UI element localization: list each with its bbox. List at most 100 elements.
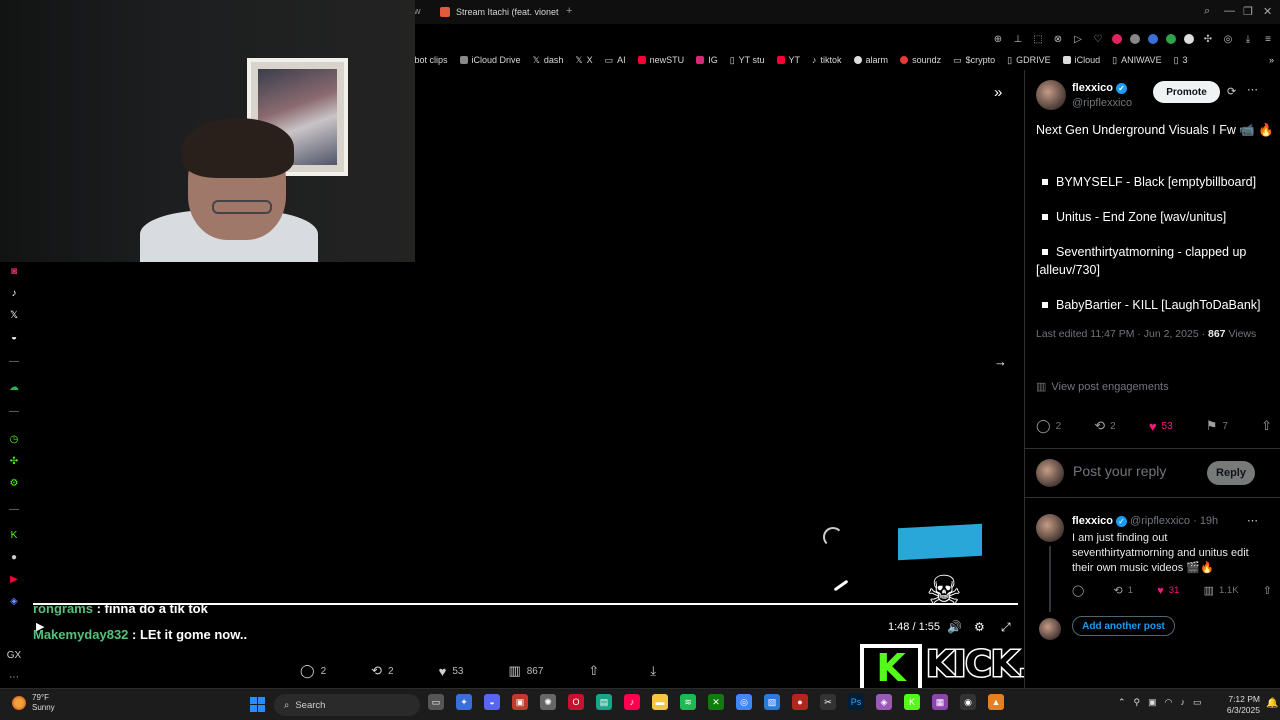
zoom-icon[interactable]: ⊕	[992, 33, 1004, 45]
reply-submit-button[interactable]: Reply	[1207, 461, 1255, 485]
expand-panel-icon[interactable]: »	[994, 84, 1002, 101]
opera-gx-icon[interactable]: O	[568, 694, 584, 710]
app-icon[interactable]: ▣	[512, 694, 528, 710]
more-icon[interactable]: ⋯	[1247, 83, 1258, 96]
bookmark-item[interactable]: soundz	[900, 55, 941, 65]
new-tab-button[interactable]: +	[566, 5, 572, 17]
view-engagements-link[interactable]: ▥ View post engagements	[1036, 380, 1169, 394]
avatar[interactable]	[1036, 80, 1066, 110]
screenshot-icon[interactable]: ⬚	[1032, 33, 1044, 45]
repost-button[interactable]: ⟲ 1	[1114, 584, 1134, 597]
kick-icon[interactable]: K	[7, 528, 21, 542]
app-icon[interactable]: ◈	[7, 594, 21, 608]
reply-author[interactable]: flexxico ✓ @ripflexxico · 19h	[1072, 515, 1218, 527]
tab-active[interactable]: Stream Itachi (feat. vionet	[440, 3, 559, 21]
close-window-button[interactable]: ✕	[1263, 5, 1272, 18]
photos-icon[interactable]: ▨	[764, 694, 780, 710]
menu-icon[interactable]: ≡	[1262, 33, 1274, 45]
reply-button[interactable]: ◯	[1072, 584, 1089, 597]
bookmark-item[interactable]: alarm	[853, 55, 888, 65]
app-tray-icon[interactable]: ▣	[1148, 697, 1157, 708]
tiktok-icon[interactable]: ♪	[624, 694, 640, 710]
bookmark-item[interactable]: ▯ GDRIVE	[1007, 55, 1050, 66]
download-icon[interactable]: ⤓	[1242, 33, 1254, 45]
spotify-icon[interactable]: ≋	[680, 694, 696, 710]
views-button[interactable]: ▥ 867	[508, 663, 543, 679]
adblock-icon[interactable]	[1112, 34, 1122, 44]
gx-icon[interactable]: GX	[7, 648, 21, 662]
repost-button[interactable]: ⟲ 2	[1094, 418, 1115, 434]
bookmark-item[interactable]: ▯ ANIWAVE	[1112, 55, 1161, 66]
vlc-icon[interactable]: ▲	[988, 694, 1004, 710]
fullscreen-icon[interactable]: ⤢	[1001, 620, 1011, 635]
app-icon[interactable]: ●	[792, 694, 808, 710]
extension-icon[interactable]	[1166, 34, 1176, 44]
app-icon[interactable]: ▤	[596, 694, 612, 710]
extension-icon[interactable]	[1148, 34, 1158, 44]
play-icon[interactable]: ▷	[1072, 33, 1084, 45]
download-button[interactable]: ⤓	[650, 663, 662, 679]
bookmark-item[interactable]: ▯ 3	[1174, 55, 1188, 66]
bookmarks-overflow[interactable]: »	[1269, 55, 1280, 65]
bookmark-item[interactable]: iCloud Drive	[459, 55, 521, 65]
volume-icon[interactable]: ♪	[1181, 697, 1186, 708]
add-another-post-button[interactable]: Add another post	[1072, 616, 1175, 636]
clock[interactable]: 7:12 PM 6/3/2025	[1200, 694, 1260, 716]
cloud-icon[interactable]: ☁	[7, 380, 21, 394]
bookmark-item[interactable]: kbot clips	[410, 55, 448, 65]
extension-icon[interactable]	[1130, 34, 1140, 44]
bookmark-button[interactable]: ⚑ 7	[1206, 418, 1228, 434]
task-view-icon[interactable]: ▭	[428, 694, 444, 710]
weather-widget[interactable]: 79°F Sunny	[12, 693, 55, 713]
chatgpt-icon[interactable]: ✺	[540, 694, 556, 710]
photoshop-icon[interactable]: Ps	[848, 694, 864, 710]
chrome-icon[interactable]: ◎	[736, 694, 752, 710]
profile-icon[interactable]: ◎	[1222, 33, 1234, 45]
instagram-icon[interactable]: ◙	[7, 264, 21, 278]
capcut-icon[interactable]: ✂	[820, 694, 836, 710]
grok-icon[interactable]: ⟳	[1227, 85, 1236, 98]
gear-icon[interactable]: ⚙	[7, 476, 21, 490]
like-button[interactable]: ♥ 53	[1149, 419, 1173, 434]
bookmark-item[interactable]: 𝕏X	[575, 55, 592, 66]
file-explorer-icon[interactable]: ▬	[652, 694, 668, 710]
repost-button[interactable]: ⟲ 2	[371, 663, 393, 679]
reply-input[interactable]: Post your reply	[1073, 463, 1166, 479]
share-button[interactable]: ⇧	[1263, 584, 1272, 597]
x-icon[interactable]: 𝕏	[7, 308, 21, 322]
bookmark-item[interactable]: YT	[776, 55, 800, 65]
post-author-name[interactable]: flexxico ✓	[1072, 82, 1127, 94]
bookmark-item[interactable]: ♪ tiktok	[812, 55, 842, 65]
taskbar-search[interactable]: ⌕ Search	[274, 694, 420, 716]
copilot-icon[interactable]: ✦	[456, 694, 472, 710]
like-button[interactable]: ♥ 31	[1157, 584, 1179, 597]
bookmark-item[interactable]: ▯ YT stu	[730, 55, 765, 66]
next-media-icon[interactable]: →	[994, 354, 1007, 369]
extension-icon[interactable]	[1184, 34, 1194, 44]
chevron-up-icon[interactable]: ⌃	[1118, 697, 1126, 708]
share-button[interactable]: ⇧	[1261, 418, 1272, 434]
app-icon[interactable]: ▦	[932, 694, 948, 710]
puzzle-icon[interactable]: ✣	[1202, 33, 1214, 45]
tiktok-icon[interactable]: ♪	[7, 286, 21, 300]
views-button[interactable]: ▥ 1.1K	[1204, 584, 1239, 597]
kick-icon[interactable]: K	[904, 694, 920, 710]
bookmark-item[interactable]: 𝕏dash	[533, 55, 564, 66]
bookmark-item[interactable]: iCloud	[1062, 55, 1100, 65]
bookmark-item[interactable]: newSTU	[637, 55, 684, 65]
discord-icon[interactable]: ◒	[484, 694, 500, 710]
clock-icon[interactable]: ◷	[7, 432, 21, 446]
reply-button[interactable]: ◯ 2	[300, 663, 326, 679]
settings-icon[interactable]: ⚙	[974, 620, 985, 634]
bookmark-item[interactable]: ▭ $crypto	[953, 55, 995, 66]
network-icon[interactable]: ⚲	[1134, 697, 1141, 708]
like-button[interactable]: ♥ 53	[439, 664, 464, 679]
more-icon[interactable]: ⋯	[1247, 514, 1258, 527]
obs-icon[interactable]: ◉	[960, 694, 976, 710]
avatar[interactable]	[1036, 514, 1064, 542]
xbox-icon[interactable]: ✕	[708, 694, 724, 710]
start-button[interactable]	[250, 697, 265, 712]
discord-icon[interactable]: ◒	[7, 330, 21, 344]
pin-icon[interactable]: ⊥	[1012, 33, 1024, 45]
bookmark-item[interactable]: IG	[696, 55, 718, 65]
